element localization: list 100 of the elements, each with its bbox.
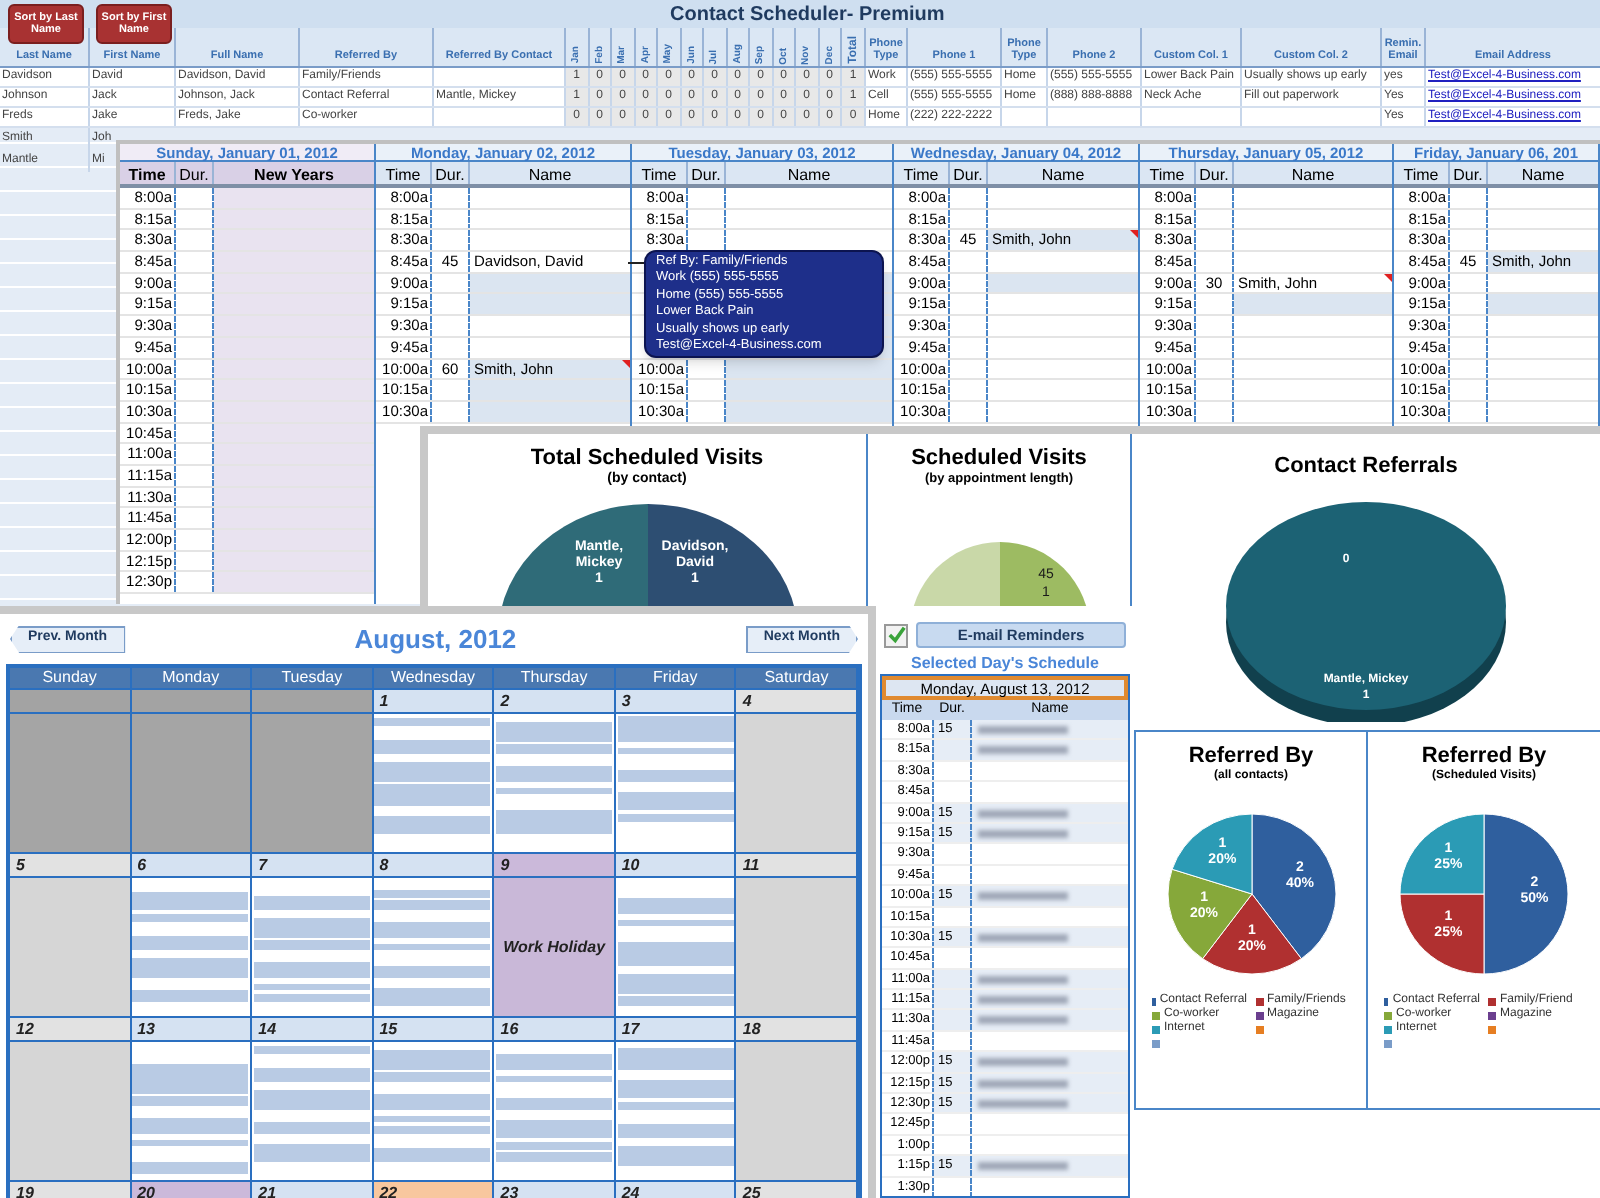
blurred-name [978,1058,1068,1067]
column-header: Time [376,162,432,184]
column-header: Dur. [1450,162,1488,184]
day-number-strip: 4 [736,690,856,712]
column-header: Time [120,162,176,184]
day-cell[interactable] [10,876,130,1016]
day-cell[interactable] [736,1040,856,1180]
checkbox[interactable] [884,623,908,647]
column-header: Dur. [688,162,726,184]
day-number-strip: 3 [615,690,735,712]
chart-title: Scheduled Visits [911,446,1087,470]
day-cell[interactable]: Work Holiday [494,876,614,1016]
column-header: Dur. [176,162,214,184]
day-number-strip [10,690,130,712]
legend-swatch [1384,1025,1392,1033]
legend-swatch [1255,1011,1263,1019]
day-cell[interactable] [736,712,856,852]
comment-marker-icon [1384,273,1392,282]
weekday-header: Friday [615,668,737,688]
blurred-name [978,1016,1068,1025]
legend-swatch [1488,1011,1496,1019]
month-title: August, 2012 [354,621,517,658]
chart-title: Referred By [1421,744,1547,768]
legend-swatch [1255,997,1263,1005]
schedule-heading: Selected Day's Schedule [909,652,1101,674]
leader-line [628,262,644,264]
day-number-strip: 19 [10,1182,130,1198]
legend-swatch [1384,997,1389,1005]
blurred-name [978,1162,1068,1171]
day-cell[interactable] [131,1040,251,1180]
blurred-name [978,726,1068,734]
column-header: Dur. [432,162,470,184]
blurred-name [978,933,1068,942]
column-header: Time [1394,162,1450,184]
day-cell[interactable] [10,712,130,852]
weekday-header: Saturday [736,668,858,688]
blurred-name [978,996,1068,1005]
legend-swatch [1152,1025,1160,1033]
day-number-strip [252,690,372,712]
column-header: Time [1140,162,1196,184]
day-number-strip: 24 [615,1182,735,1198]
column-header: Name [1039,164,1087,184]
day-cell[interactable] [252,712,372,852]
blurred-name [978,746,1068,755]
day-cell[interactable] [736,876,856,1016]
day-number-strip: 10 [615,854,735,876]
day-cell[interactable] [10,1040,130,1180]
day-number-strip: 8 [373,854,493,876]
day-number-strip: 22 [373,1182,493,1198]
holiday-label: Work Holiday [503,935,606,959]
day-number-strip: 2 [494,690,614,712]
blurred-name [978,829,1068,838]
day-number-strip: 20 [131,1182,251,1198]
day-number-strip: 7 [252,854,372,876]
day-number-strip [131,690,251,712]
day-number-strip: 18 [736,1018,856,1040]
weekday-header: Sunday [10,668,132,688]
day-number-strip: 21 [252,1182,372,1198]
day-number-strip: 14 [252,1018,372,1040]
column-header: Name [1519,164,1567,184]
day-number-strip: 15 [373,1018,493,1040]
column-header: Name [785,164,833,184]
chart-title: Contact Referrals [1274,454,1458,478]
day-number-strip: 23 [494,1182,614,1198]
column-header: Name [526,164,574,184]
chart-title: Referred By [1188,744,1314,768]
legend-swatch [1488,997,1496,1005]
day-number-strip: 12 [10,1018,130,1040]
comment-marker-icon [622,359,630,367]
weekday-header: Tuesday [252,668,374,688]
chart-title: Total Scheduled Visits [530,446,764,470]
legend-swatch [1384,1011,1392,1019]
sheet-title: Contact Scheduler- Premium [670,1,945,29]
day-number-strip: 9 [494,854,614,876]
weekday-header: Wednesday [373,668,495,688]
day-number-strip: 17 [615,1018,735,1040]
column-header: Name [1289,164,1337,184]
column-header: Time [632,162,688,184]
blurred-name [978,1100,1068,1109]
column-header: Dur. [950,162,988,184]
weekday-header: Thursday [494,668,616,688]
blurred-name [978,975,1068,984]
blurred-name [978,809,1068,818]
day-number-strip: 16 [494,1018,614,1040]
blurred-name [978,1079,1068,1088]
day-number-strip: 13 [131,1018,251,1040]
day-number-strip: 6 [131,854,251,876]
day-number-strip: 1 [373,690,493,712]
day-number-strip: 25 [736,1182,856,1198]
weekday-header: Monday [131,668,253,688]
column-header: Dur. [1196,162,1234,184]
legend-swatch [1152,1011,1160,1019]
checkmark-icon [887,626,905,644]
day-number-strip: 11 [736,854,856,876]
column-header: New Years [252,164,336,184]
comment-marker-icon [1130,230,1138,239]
day-number-strip: 5 [10,854,130,876]
column-header: Time [894,162,950,184]
blurred-name [978,892,1068,901]
day-cell[interactable] [131,712,251,852]
